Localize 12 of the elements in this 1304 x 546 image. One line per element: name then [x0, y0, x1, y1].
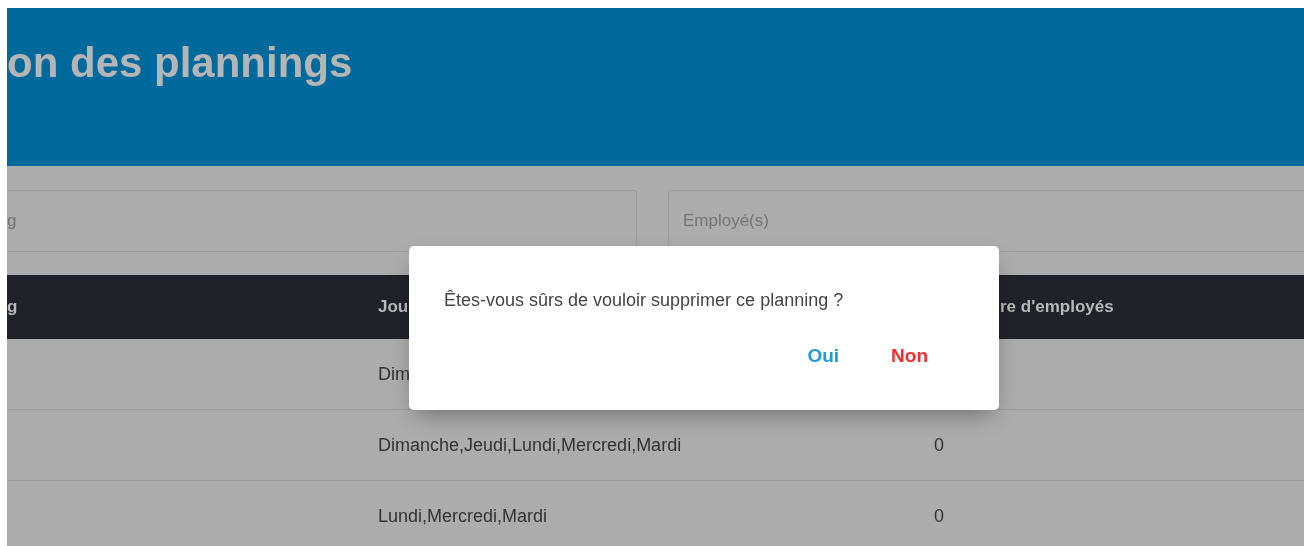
page-title: on des plannings — [7, 42, 353, 84]
table-cell: 0 — [934, 505, 944, 526]
table-cell: Dimanche,Jeudi,Lundi,Mercredi,Mardi — [378, 434, 682, 455]
column-header: Jou — [378, 297, 409, 316]
table-cell: 0 — [934, 434, 944, 455]
column-header: g — [7, 297, 18, 316]
column-header: re d'employés — [1000, 297, 1114, 316]
no-button[interactable]: Non — [885, 341, 934, 371]
dialog-message: Êtes-vous sûrs de vouloir supprimer ce planning ? — [444, 290, 845, 311]
yes-button[interactable]: Oui — [801, 341, 846, 371]
table-cell: Lundi,Mercredi,Mardi — [378, 505, 548, 526]
table-cell: Dim — [378, 363, 410, 384]
